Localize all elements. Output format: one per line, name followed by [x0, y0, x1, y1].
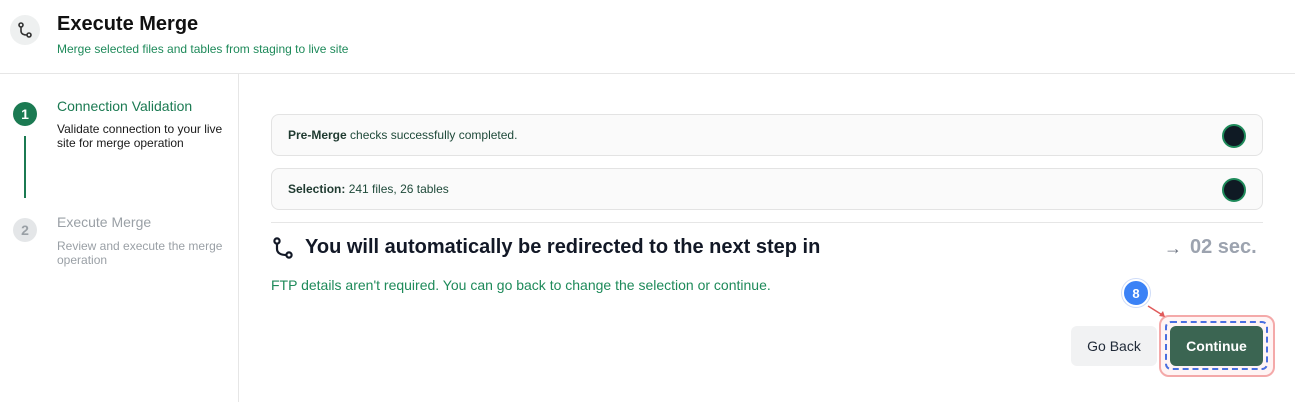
pre-merge-label: Pre-Merge [288, 128, 347, 142]
selection-summary: 241 files, 26 tables [348, 182, 449, 196]
divider [271, 222, 1263, 223]
pre-merge-status: checks successfully completed. [350, 128, 518, 142]
step-2-title[interactable]: Execute Merge [57, 214, 151, 230]
status-indicator-icon [1222, 124, 1246, 148]
step-2-number: 2 [13, 218, 37, 242]
git-merge-icon [10, 15, 40, 45]
selection-label: Selection: [288, 182, 346, 196]
info-message: FTP details aren't required. You can go … [271, 277, 771, 293]
redirect-message: You will automatically be redirected to … [305, 236, 821, 258]
page-subtitle: Merge selected files and tables from sta… [57, 42, 349, 56]
annotation-arrow-icon [1147, 305, 1165, 317]
status-indicator-icon [1222, 178, 1246, 202]
pre-merge-check-text: Pre-Merge checks successfully completed. [288, 128, 517, 142]
step-annotation-badge: 8 [1122, 279, 1150, 307]
go-back-button[interactable]: Go Back [1071, 326, 1157, 366]
countdown-timer: 02 sec. [1190, 236, 1257, 258]
pre-merge-check-row: Pre-Merge checks successfully completed. [271, 114, 1263, 156]
step-1-title[interactable]: Connection Validation [57, 98, 192, 114]
step-1-description: Validate connection to your live site fo… [57, 122, 223, 150]
step-2-description: Review and execute the merge operation [57, 239, 223, 267]
git-merge-icon [271, 236, 297, 260]
step-connector [24, 136, 26, 198]
stepper-sidebar: 1 Connection Validation Validate connect… [0, 74, 239, 402]
selection-check-text: Selection: 241 files, 26 tables [288, 182, 449, 196]
page-header: Execute Merge Merge selected files and t… [0, 0, 1295, 74]
page-title: Execute Merge [57, 13, 199, 35]
continue-button[interactable]: Continue [1170, 326, 1263, 366]
arrow-right-icon: → [1164, 238, 1182, 258]
step-1-number: 1 [13, 102, 37, 126]
selection-check-row: Selection: 241 files, 26 tables [271, 168, 1263, 210]
